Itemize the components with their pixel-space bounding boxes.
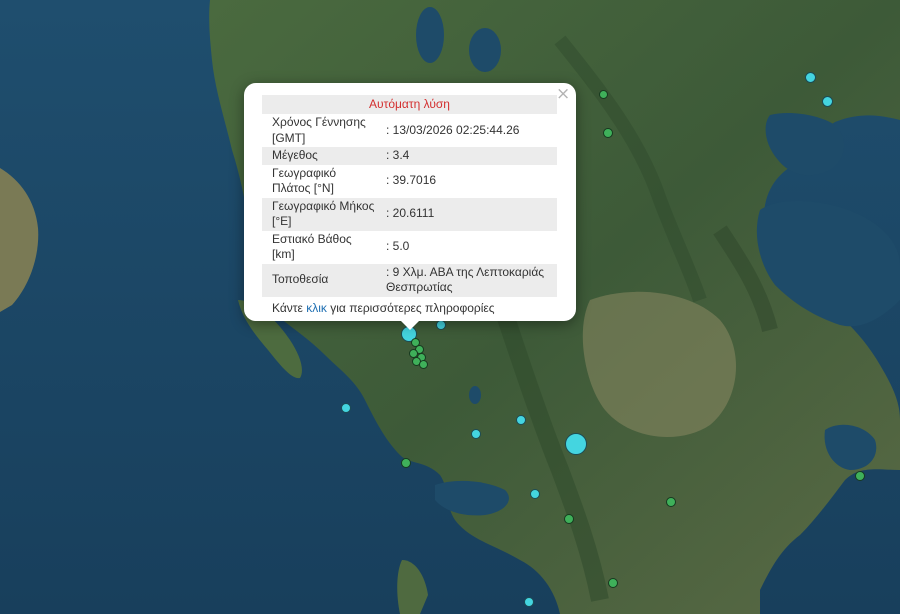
quake-marker[interactable] xyxy=(855,471,865,481)
latitude-value: : 39.7016 xyxy=(386,173,437,188)
lake-prespa xyxy=(469,28,501,72)
more-info-link[interactable]: κλικ xyxy=(306,301,327,315)
row-depth: Εστιακό Βάθος [km] : 5.0 xyxy=(262,231,557,264)
quake-marker[interactable] xyxy=(436,320,446,330)
quake-marker[interactable] xyxy=(822,96,833,107)
quake-marker[interactable] xyxy=(516,415,526,425)
quake-marker[interactable] xyxy=(608,578,618,588)
longitude-label: Γεωγραφικό Μήκος [°E] xyxy=(262,197,376,231)
lake-ioannina xyxy=(469,386,481,404)
quake-marker[interactable] xyxy=(401,458,411,468)
origin-time-value: : 13/03/2026 02:25:44.26 xyxy=(386,122,520,137)
quake-marker[interactable] xyxy=(524,597,534,607)
quake-marker[interactable] xyxy=(419,360,428,369)
row-latitude: Γεωγραφικό Πλάτος [°N] : 39.7016 xyxy=(262,165,557,198)
row-origin-time: Χρόνος Γέννησης [GMT] : 13/03/2026 02:25… xyxy=(262,114,557,147)
lake-ohrid xyxy=(416,7,444,63)
quake-marker[interactable] xyxy=(603,128,613,138)
row-magnitude: Μέγεθος : 3.4 xyxy=(262,147,557,165)
location-label: Τοποθεσία xyxy=(262,263,376,297)
row-longitude: Γεωγραφικό Μήκος [°E] : 20.6111 xyxy=(262,197,557,231)
depth-value: : 5.0 xyxy=(386,239,410,254)
popup-pointer xyxy=(399,319,421,330)
quake-marker[interactable] xyxy=(599,90,608,99)
row-location: Τοποθεσία : 9 Χλμ. ΑΒΑ της Λεπτοκαριάς Θ… xyxy=(262,263,557,297)
popup-content: Αυτόματη λύση Χρόνος Γέννησης [GMT] : 13… xyxy=(262,95,557,316)
magnitude-label: Μέγεθος xyxy=(262,147,376,165)
quake-marker[interactable] xyxy=(530,489,540,499)
magnitude-value: : 3.4 xyxy=(376,147,557,165)
depth-label: Εστιακό Βάθος [km] xyxy=(272,231,352,262)
quake-marker[interactable] xyxy=(341,403,351,413)
more-info-suffix: για περισσότερες πληροφορίες xyxy=(330,300,495,315)
quake-marker[interactable] xyxy=(564,514,574,524)
quake-marker[interactable] xyxy=(666,497,676,507)
earthquake-details-table: Χρόνος Γέννησης [GMT] : 13/03/2026 02:25… xyxy=(262,114,557,297)
quake-marker[interactable] xyxy=(471,429,481,439)
close-icon[interactable]: × xyxy=(556,86,570,103)
earthquake-info-popup: × Αυτόματη λύση Χρόνος Γέννησης [GMT] : … xyxy=(244,83,576,330)
location-value: : 9 Χλμ. ΑΒΑ της Λεπτοκαριάς Θεσπρωτίας xyxy=(376,263,557,297)
origin-time-label: Χρόνος Γέννησης [GMT] xyxy=(272,115,366,145)
quake-marker[interactable] xyxy=(565,433,587,455)
latitude-label: Γεωγραφικό Πλάτος [°N] xyxy=(272,165,337,196)
more-info-text: Κάντε κλικ για περισσότερες πληροφορίες xyxy=(262,301,557,316)
popup-title: Αυτόματη λύση xyxy=(262,95,557,114)
quake-marker[interactable] xyxy=(805,72,816,83)
more-info-prefix: Κάντε xyxy=(272,300,303,315)
longitude-value: : 20.6111 xyxy=(376,197,557,231)
